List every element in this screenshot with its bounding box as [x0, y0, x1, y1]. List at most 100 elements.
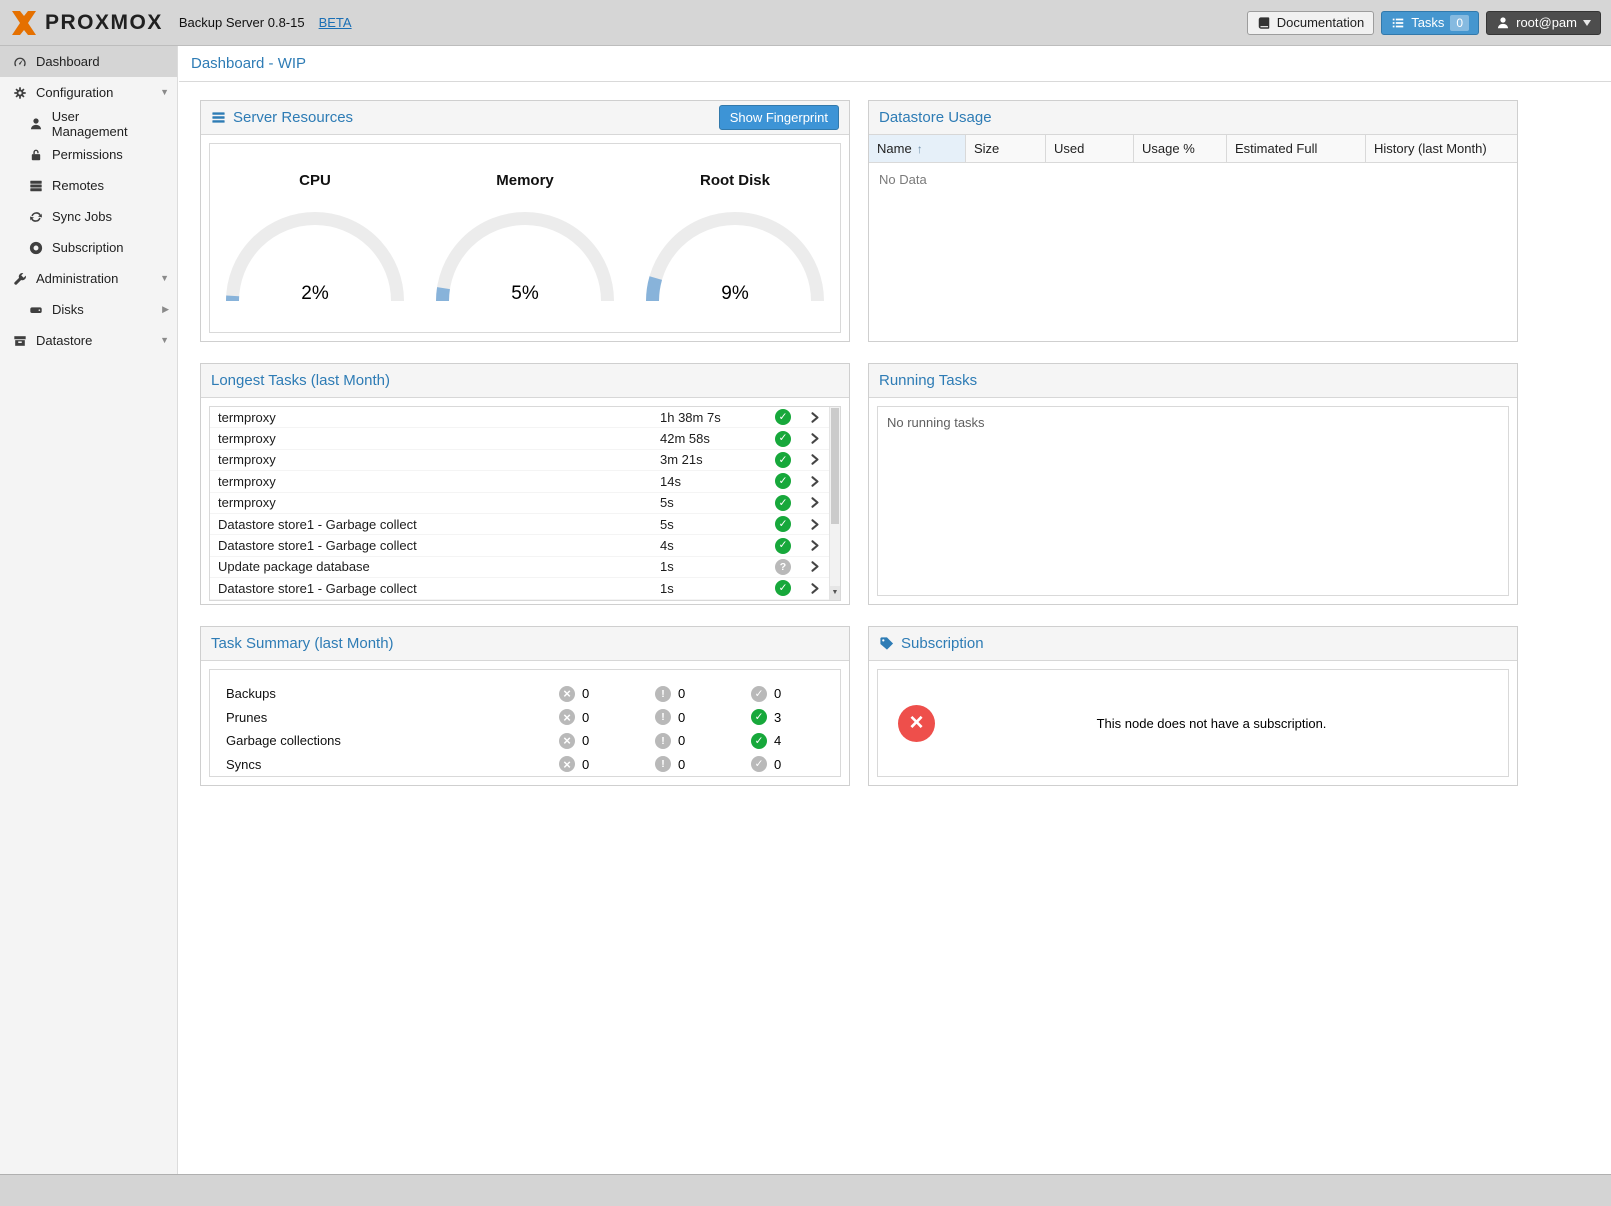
scroll-down-button[interactable]: ▼: [830, 586, 840, 600]
column-header-usage-percent[interactable]: Usage %: [1134, 135, 1227, 162]
sidebar-item-label: Permissions: [52, 147, 123, 162]
warning-count-icon: [655, 756, 671, 772]
chevron-down-icon[interactable]: ▼: [160, 336, 169, 345]
tachometer-icon: [12, 55, 28, 69]
task-duration: 1s: [660, 559, 766, 574]
sidebar-item-remotes[interactable]: Remotes: [0, 170, 177, 201]
open-task-button[interactable]: [800, 518, 829, 531]
summary-row-garbage-collections[interactable]: Garbage collections 0 0 4: [226, 729, 840, 753]
task-name: Datastore store1 - Garbage collect: [210, 581, 660, 596]
column-header-size[interactable]: Size: [966, 135, 1046, 162]
task-duration: 5s: [660, 517, 766, 532]
task-row[interactable]: termproxy 3m 21s: [210, 450, 829, 471]
error-count: 0: [582, 757, 589, 772]
user-menu-button[interactable]: root@pam: [1486, 11, 1601, 35]
task-row[interactable]: termproxy 14s: [210, 471, 829, 492]
sidebar-item-permissions[interactable]: Permissions: [0, 139, 177, 170]
summary-row-syncs[interactable]: Syncs 0 0 0: [226, 753, 840, 777]
task-name: termproxy: [210, 474, 660, 489]
documentation-button[interactable]: Documentation: [1247, 11, 1374, 35]
task-summary-panel: Task Summary (last Month) Backups 0 0 0 …: [200, 626, 850, 786]
open-task-button[interactable]: [800, 560, 829, 573]
product-version: Backup Server 0.8-15: [179, 15, 305, 30]
chevron-down-icon[interactable]: ▼: [160, 88, 169, 97]
task-row[interactable]: Datastore store1 - Garbage collect 5s: [210, 514, 829, 535]
running-tasks-panel: Running Tasks No running tasks: [868, 363, 1518, 605]
subscription-tag-icon: [879, 636, 894, 651]
warning-count: 0: [678, 757, 685, 772]
task-row[interactable]: Datastore store1 - Garbage collect 1s: [210, 578, 829, 599]
task-row[interactable]: termproxy 1h 38m 7s: [210, 407, 829, 428]
open-task-button[interactable]: [800, 582, 829, 595]
panel-title: Running Tasks: [879, 372, 977, 389]
chevron-right-icon: [808, 475, 821, 488]
open-task-button[interactable]: [800, 432, 829, 445]
scrollbar-thumb[interactable]: [831, 408, 839, 524]
tasks-button[interactable]: Tasks 0: [1381, 11, 1479, 35]
task-row[interactable]: Update package database 1s: [210, 557, 829, 578]
chevron-right-icon: [808, 518, 821, 531]
open-task-button[interactable]: [800, 539, 829, 552]
panel-title: Server Resources: [233, 109, 353, 126]
error-count-icon: [559, 733, 575, 749]
sidebar-item-datastore[interactable]: Datastore ▼: [0, 325, 177, 356]
open-task-button[interactable]: [800, 496, 829, 509]
task-row[interactable]: Datastore store1 - Garbage collect 4s: [210, 535, 829, 556]
ok-count-icon: [751, 756, 767, 772]
beta-link[interactable]: BETA: [319, 15, 352, 30]
error-count: 0: [582, 686, 589, 701]
documentation-label: Documentation: [1277, 15, 1364, 30]
user-icon: [28, 117, 44, 131]
scrollbar[interactable]: ▼: [829, 407, 840, 600]
wrench-icon: [12, 272, 28, 286]
chevron-right-icon: [808, 453, 821, 466]
ok-count-icon: [751, 709, 767, 725]
sidebar-item-disks[interactable]: Disks ▶: [0, 294, 177, 325]
book-icon: [1257, 16, 1271, 30]
task-status-icon: [775, 580, 791, 596]
running-tasks-header: Running Tasks: [869, 364, 1517, 398]
column-header-used[interactable]: Used: [1046, 135, 1134, 162]
longest-tasks-panel: Longest Tasks (last Month) termproxy 1h …: [200, 363, 850, 605]
tasks-count-badge: 0: [1450, 15, 1469, 31]
open-task-button[interactable]: [800, 475, 829, 488]
show-fingerprint-button[interactable]: Show Fingerprint: [719, 105, 839, 130]
summary-row-prunes[interactable]: Prunes 0 0 3: [226, 706, 840, 730]
open-task-button[interactable]: [800, 411, 829, 424]
sidebar-item-label: Sync Jobs: [52, 209, 112, 224]
open-task-button[interactable]: [800, 453, 829, 466]
sidebar-item-user-management[interactable]: User Management: [0, 108, 177, 139]
task-name: Update package database: [210, 559, 660, 574]
column-header-history[interactable]: History (last Month): [1366, 135, 1517, 162]
logo-text: PROXMOX: [45, 11, 163, 35]
gauge-value: 9%: [645, 283, 825, 305]
sidebar-item-administration[interactable]: Administration ▼: [0, 263, 177, 294]
sidebar-item-dashboard[interactable]: Dashboard: [0, 46, 177, 77]
sidebar-item-sync-jobs[interactable]: Sync Jobs: [0, 201, 177, 232]
tasks-label: Tasks: [1411, 15, 1444, 30]
error-count-icon: [559, 686, 575, 702]
chevron-down-icon[interactable]: ▼: [160, 274, 169, 283]
column-header-estimated-full[interactable]: Estimated Full: [1227, 135, 1366, 162]
sidebar-item-label: Dashboard: [36, 54, 100, 69]
error-count-icon: [559, 756, 575, 772]
hdd-icon: [28, 303, 44, 317]
no-running-tasks-text: No running tasks: [878, 407, 1508, 438]
unlock-icon: [28, 148, 44, 162]
column-header-name[interactable]: Name ↑: [869, 135, 966, 162]
task-duration: 42m 58s: [660, 431, 766, 446]
sidebar-item-label: Administration: [36, 271, 118, 286]
panel-title: Longest Tasks (last Month): [211, 372, 390, 389]
task-duration: 3m 21s: [660, 452, 766, 467]
memory-gauge: Memory 5%: [420, 172, 630, 332]
sidebar-item-configuration[interactable]: Configuration ▼: [0, 77, 177, 108]
task-row[interactable]: termproxy 42m 58s: [210, 428, 829, 449]
panel-title: Datastore Usage: [879, 109, 992, 126]
summary-row-backups[interactable]: Backups 0 0 0: [226, 682, 840, 706]
page-title: Dashboard - WIP: [191, 55, 306, 72]
chevron-right-icon[interactable]: ▶: [162, 305, 169, 314]
task-name: termproxy: [210, 452, 660, 467]
task-row[interactable]: termproxy 5s: [210, 493, 829, 514]
sidebar-item-label: Datastore: [36, 333, 92, 348]
sidebar-item-subscription[interactable]: Subscription: [0, 232, 177, 263]
